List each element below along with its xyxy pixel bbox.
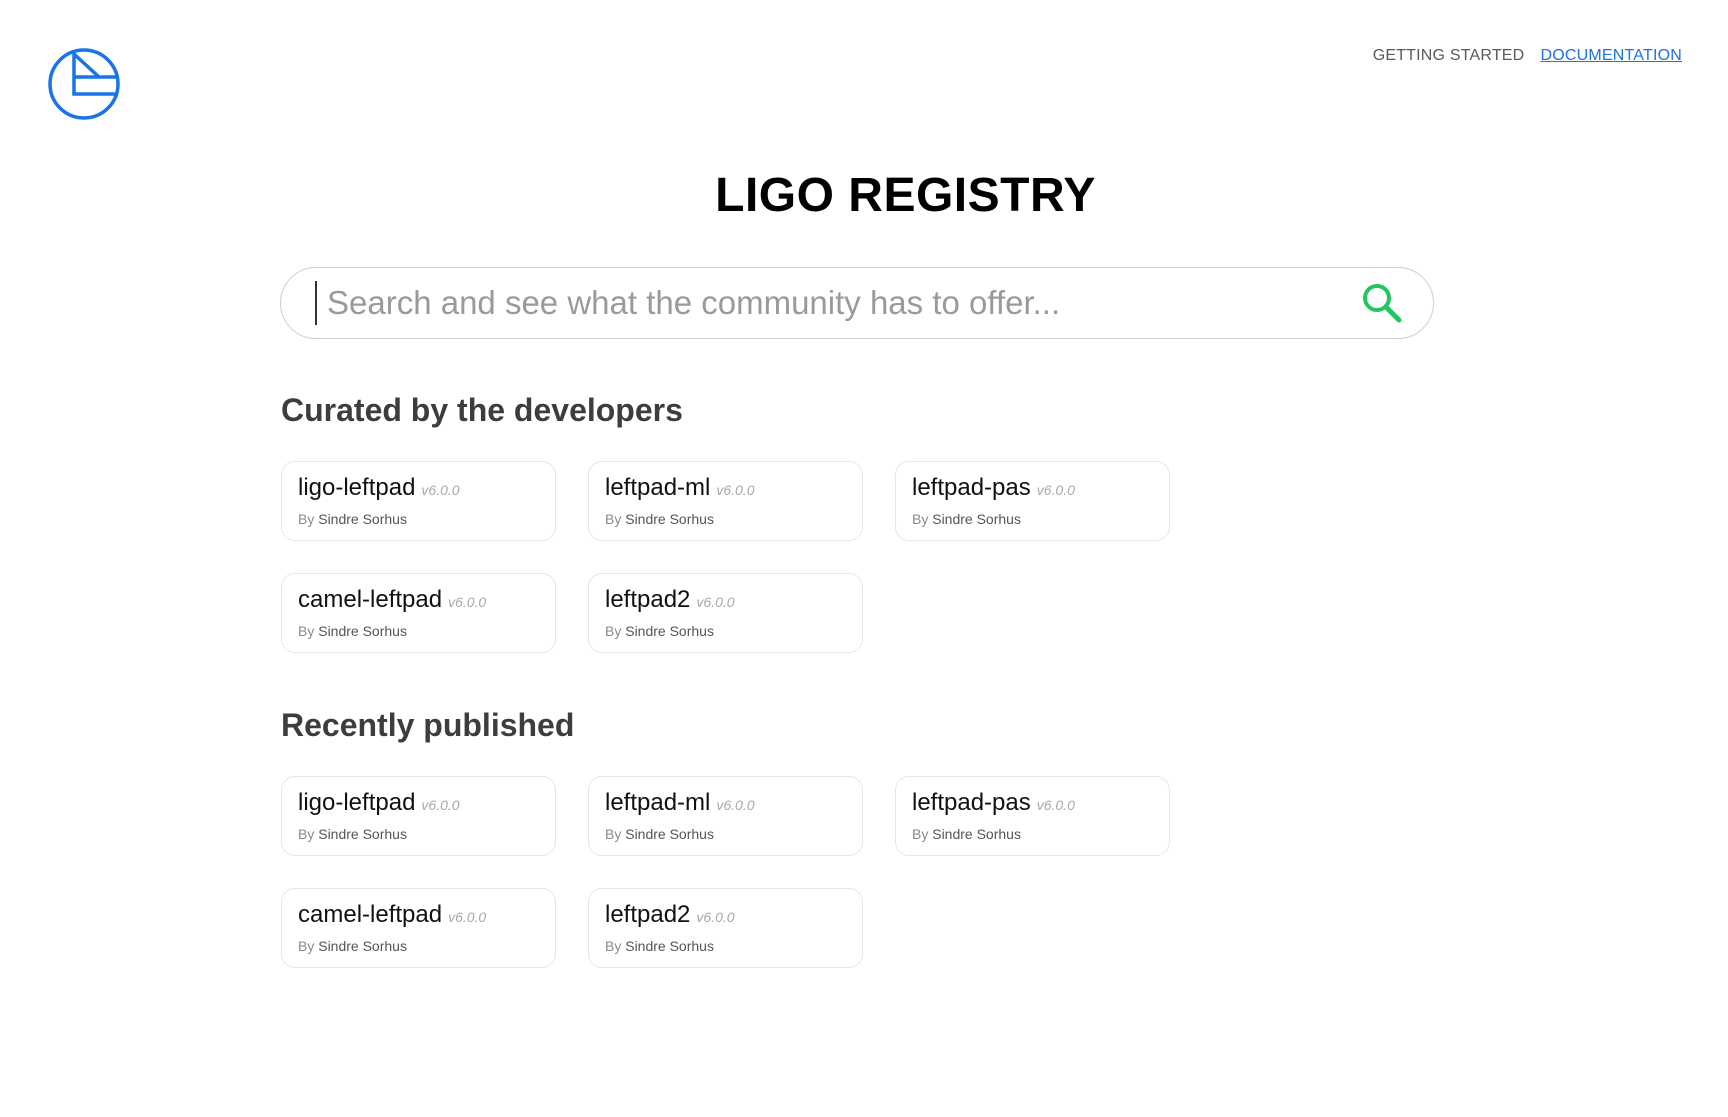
package-version: v6.0.0 (696, 909, 735, 925)
nav-documentation[interactable]: DOCUMENTATION (1540, 47, 1682, 65)
author-name: Sindre Sorhus (932, 826, 1021, 842)
package-author: By Sindre Sorhus (605, 826, 846, 842)
author-prefix: By (298, 511, 315, 527)
package-version: v6.0.0 (1036, 482, 1075, 498)
page-title: LIGO REGISTRY (715, 169, 1096, 222)
author-name: Sindre Sorhus (625, 623, 714, 639)
author-name: Sindre Sorhus (318, 511, 407, 527)
package-version: v6.0.0 (448, 909, 487, 925)
search-input[interactable] (327, 284, 1359, 322)
package-name: leftpad-pas (912, 474, 1031, 501)
nav-getting-started[interactable]: GETTING STARTED (1373, 47, 1525, 65)
package-author: By Sindre Sorhus (298, 938, 539, 954)
author-prefix: By (605, 511, 622, 527)
package-card[interactable]: leftpad2 v6.0.0 By Sindre Sorhus (588, 888, 863, 968)
recent-package-grid: ligo-leftpad v6.0.0 By Sindre Sorhus left… (281, 776, 1201, 968)
author-prefix: By (605, 623, 622, 639)
package-version: v6.0.0 (421, 797, 460, 813)
author-name: Sindre Sorhus (625, 938, 714, 954)
author-prefix: By (912, 511, 929, 527)
package-version: v6.0.0 (716, 797, 755, 813)
package-version: v6.0.0 (421, 482, 460, 498)
author-name: Sindre Sorhus (625, 511, 714, 527)
search-bar (280, 267, 1434, 339)
package-card[interactable]: leftpad-ml v6.0.0 By Sindre Sorhus (588, 776, 863, 856)
package-name: camel-leftpad (298, 586, 443, 613)
package-author: By Sindre Sorhus (298, 623, 539, 639)
author-name: Sindre Sorhus (318, 623, 407, 639)
author-name: Sindre Sorhus (318, 826, 407, 842)
text-caret (315, 281, 317, 325)
author-prefix: By (605, 826, 622, 842)
package-version: v6.0.0 (1036, 797, 1075, 813)
author-prefix: By (605, 938, 622, 954)
ligo-logo-icon[interactable] (47, 47, 121, 121)
package-name: camel-leftpad (298, 901, 443, 928)
section-heading-recent: Recently published (281, 707, 575, 743)
search-icon[interactable] (1359, 280, 1405, 326)
package-name: leftpad-ml (605, 789, 711, 816)
package-card[interactable]: ligo-leftpad v6.0.0 By Sindre Sorhus (281, 776, 556, 856)
section-heading-curated: Curated by the developers (281, 392, 683, 428)
package-name: leftpad2 (605, 586, 691, 613)
package-name: leftpad-ml (605, 474, 711, 501)
curated-package-grid: ligo-leftpad v6.0.0 By Sindre Sorhus left… (281, 461, 1201, 653)
top-nav: GETTING STARTED DOCUMENTATION (1373, 47, 1682, 65)
package-version: v6.0.0 (716, 482, 755, 498)
package-name: ligo-leftpad (298, 789, 416, 816)
package-author: By Sindre Sorhus (298, 826, 539, 842)
author-name: Sindre Sorhus (318, 938, 407, 954)
package-author: By Sindre Sorhus (605, 938, 846, 954)
package-card[interactable]: camel-leftpad v6.0.0 By Sindre Sorhus (281, 573, 556, 653)
author-prefix: By (912, 826, 929, 842)
package-author: By Sindre Sorhus (912, 826, 1153, 842)
author-prefix: By (298, 938, 315, 954)
author-name: Sindre Sorhus (932, 511, 1021, 527)
package-card[interactable]: leftpad-ml v6.0.0 By Sindre Sorhus (588, 461, 863, 541)
package-name: leftpad-pas (912, 789, 1031, 816)
author-prefix: By (298, 826, 315, 842)
package-author: By Sindre Sorhus (605, 511, 846, 527)
package-card[interactable]: leftpad-pas v6.0.0 By Sindre Sorhus (895, 776, 1170, 856)
author-name: Sindre Sorhus (625, 826, 714, 842)
author-prefix: By (298, 623, 315, 639)
package-version: v6.0.0 (696, 594, 735, 610)
package-author: By Sindre Sorhus (605, 623, 846, 639)
package-card[interactable]: leftpad-pas v6.0.0 By Sindre Sorhus (895, 461, 1170, 541)
package-version: v6.0.0 (448, 594, 487, 610)
package-name: leftpad2 (605, 901, 691, 928)
package-author: By Sindre Sorhus (912, 511, 1153, 527)
package-card[interactable]: leftpad2 v6.0.0 By Sindre Sorhus (588, 573, 863, 653)
package-card[interactable]: ligo-leftpad v6.0.0 By Sindre Sorhus (281, 461, 556, 541)
package-card[interactable]: camel-leftpad v6.0.0 By Sindre Sorhus (281, 888, 556, 968)
package-name: ligo-leftpad (298, 474, 416, 501)
package-author: By Sindre Sorhus (298, 511, 539, 527)
